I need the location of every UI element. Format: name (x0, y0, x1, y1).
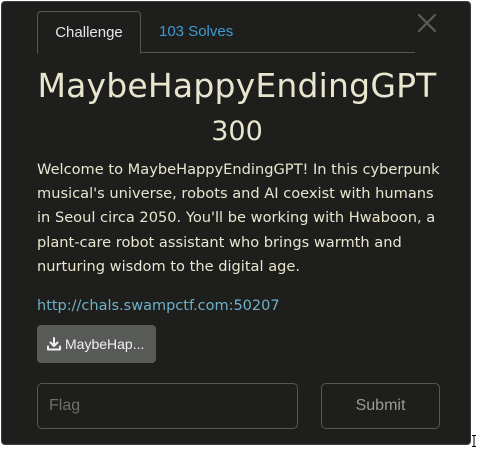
challenge-description: Welcome to MaybeHappyEndingGPT! In this … (37, 161, 440, 275)
flag-input[interactable] (37, 383, 298, 429)
download-icon (46, 336, 62, 352)
download-file-button[interactable]: MaybeHap... (37, 325, 156, 363)
tab-solves[interactable]: 103 Solves (159, 11, 233, 53)
challenge-link[interactable]: http://chals.swampctf.com:50207 (37, 296, 280, 316)
tab-bar: Challenge 103 Solves (37, 11, 415, 54)
close-button[interactable] (414, 10, 440, 36)
close-icon[interactable] (414, 10, 440, 36)
challenge-points: 300 (211, 116, 263, 147)
challenge-title: MaybeHappyEndingGPT (37, 66, 437, 105)
text-cursor-icon (472, 434, 476, 447)
download-file-label: MaybeHap... (65, 336, 145, 352)
tab-challenge[interactable]: Challenge (37, 11, 141, 54)
submit-button[interactable]: Submit (321, 383, 440, 429)
challenge-modal: Challenge 103 Solves MaybeHappyEndingGPT… (1, 1, 471, 445)
